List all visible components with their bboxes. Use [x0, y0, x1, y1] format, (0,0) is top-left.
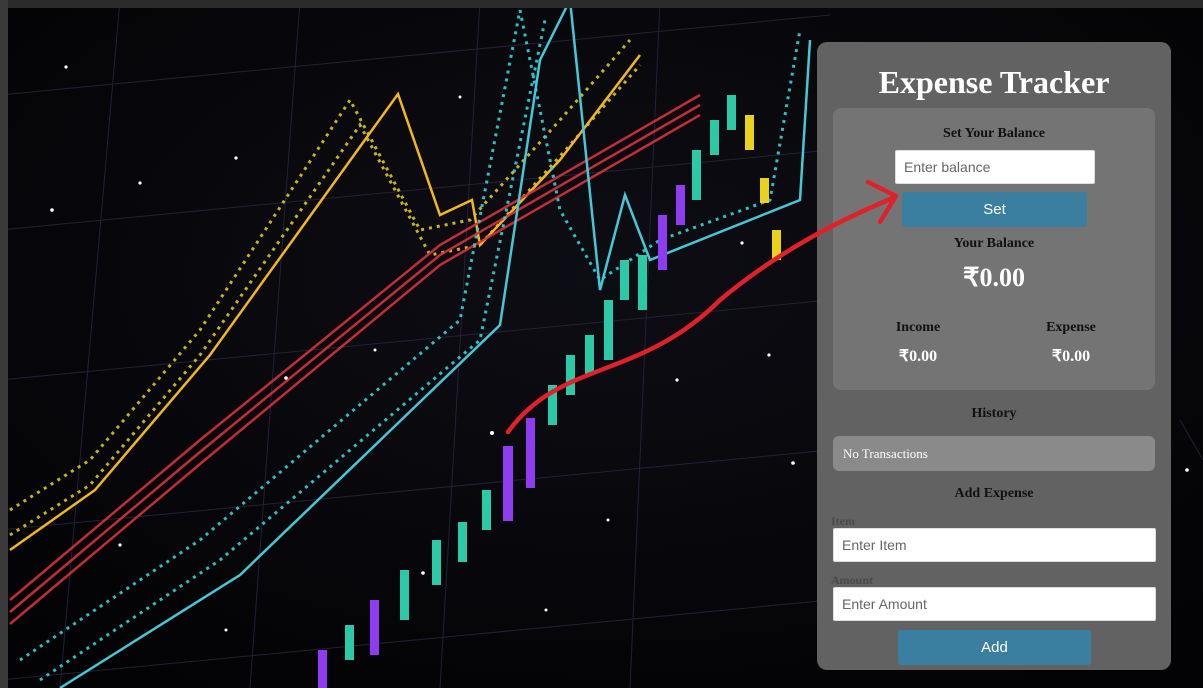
window-left-edge [0, 0, 8, 688]
income-value: ₹0.00 [898, 348, 938, 365]
history-heading: History [971, 406, 1017, 421]
window-top-edge [0, 0, 1203, 8]
balance-card: Set Your Balance Set Your Balance ₹0.00 … [833, 108, 1155, 390]
set-balance-heading: Set Your Balance [943, 126, 1045, 141]
amount-label: Amount [831, 573, 874, 587]
amount-input[interactable] [833, 587, 1156, 621]
add-expense-button[interactable]: Add [898, 630, 1091, 665]
set-balance-button[interactable]: Set [902, 192, 1087, 227]
balance-input[interactable] [895, 150, 1095, 184]
app-title: Expense Tracker [878, 64, 1110, 100]
expense-value: ₹0.00 [1051, 348, 1091, 365]
history-list: No Transactions [833, 436, 1155, 471]
add-expense-heading: Add Expense [954, 486, 1034, 501]
screenshot-stage: Expense Tracker Set Your Balance Set You… [0, 0, 1203, 688]
item-label: Item [831, 514, 855, 528]
expense-label: Expense [1046, 320, 1096, 335]
income-label: Income [895, 320, 941, 335]
your-balance-label: Your Balance [953, 236, 1035, 251]
item-input[interactable] [833, 528, 1156, 562]
history-empty-text: No Transactions [843, 445, 928, 461]
expense-tracker-panel: Expense Tracker Set Your Balance Set You… [817, 42, 1171, 670]
balance-value: ₹0.00 [962, 263, 1026, 292]
